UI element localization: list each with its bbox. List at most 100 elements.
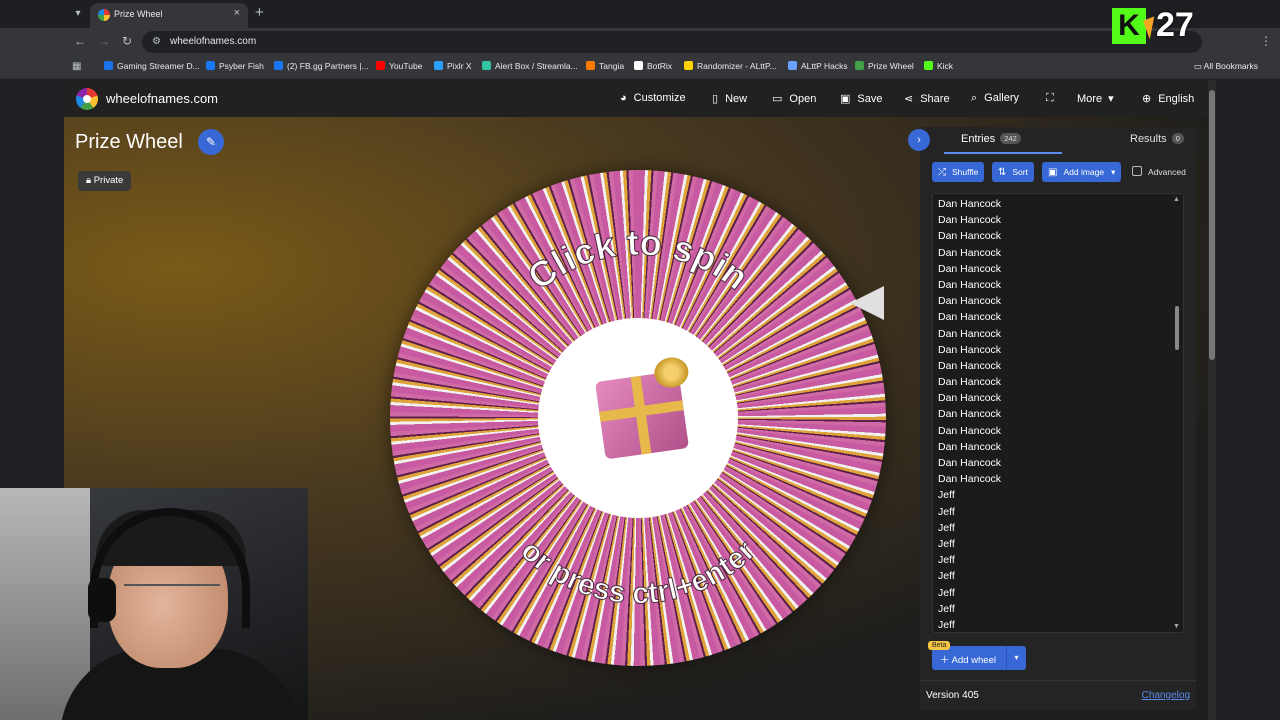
address-url: wheelofnames.com	[170, 36, 257, 47]
add-wheel-dropdown-icon[interactable]: ▾	[1006, 646, 1026, 670]
tab-close-icon[interactable]: ×	[234, 7, 240, 19]
entry-line[interactable]: Dan Hancock	[938, 423, 1168, 439]
reload-icon[interactable]: ↻	[122, 34, 132, 48]
entry-line[interactable]: Dan Hancock	[938, 439, 1168, 455]
nav-new-button[interactable]: ▯ New	[712, 92, 747, 105]
tab-entries[interactable]: Entries 242	[944, 132, 1062, 154]
entry-line[interactable]: Dan Hancock	[938, 245, 1168, 261]
sort-icon: ⇅	[998, 167, 1007, 178]
back-icon[interactable]: ←	[74, 34, 86, 48]
browser-toolbar: ← → ↻ ⚙ wheelofnames.com ⋮	[0, 28, 1280, 56]
search-icon: ⌕	[971, 92, 978, 104]
shuffle-label: Shuffle	[952, 167, 979, 177]
nav-gallery-button[interactable]: ⌕ Gallery	[971, 92, 1019, 105]
entry-line[interactable]: Dan Hancock	[938, 212, 1168, 228]
bookmark-item[interactable]: Gaming Streamer D...	[104, 61, 200, 71]
entry-line[interactable]: Jeff	[938, 504, 1168, 520]
entry-line[interactable]: Dan Hancock	[938, 261, 1168, 277]
entries-scrollbar[interactable]: ▲ ▼	[1173, 196, 1181, 630]
entry-line[interactable]: Jeff	[938, 487, 1168, 503]
entry-line[interactable]: Dan Hancock	[938, 358, 1168, 374]
page-scroll-thumb[interactable]	[1209, 90, 1215, 360]
tab-results[interactable]: Results 0	[1130, 133, 1184, 145]
entries-textarea[interactable]: Dan Hancock Dan Hancock Dan Hancock Dan Han…	[932, 193, 1184, 633]
chevron-down-icon: ▾	[1108, 93, 1114, 105]
shuffle-button[interactable]: ⤮ Shuffle	[932, 162, 985, 182]
bookmark-favicon-icon	[634, 61, 643, 70]
private-badge[interactable]: 🔒︎ Private	[78, 171, 132, 191]
browser-tab[interactable]: Prize Wheel ×	[90, 3, 248, 28]
site-name[interactable]: wheelofnames.com	[106, 91, 218, 106]
entry-line[interactable]: Jeff	[938, 536, 1168, 552]
bookmark-item[interactable]: ALttP Hacks	[788, 61, 848, 71]
bookmark-item[interactable]: Randomizer - ALttP...	[684, 61, 777, 71]
apps-grid-icon[interactable]: ▦	[72, 61, 81, 72]
entry-line[interactable]: Jeff	[938, 552, 1168, 568]
entry-line[interactable]: Dan Hancock	[938, 471, 1168, 487]
nav-customize-button[interactable]: ◕ Customize	[620, 92, 686, 104]
add-image-button[interactable]: ▣ Add image ▾	[1042, 162, 1122, 182]
site-info-icon[interactable]: ⚙	[152, 36, 161, 47]
bookmark-item[interactable]: BotRix	[634, 61, 672, 71]
forward-icon[interactable]: →	[98, 34, 110, 48]
entry-line[interactable]: Dan Hancock	[938, 342, 1168, 358]
wheel-prompt-text[interactable]: Click to spin or press ctrl+enter	[390, 170, 886, 666]
entry-line[interactable]: Jeff	[938, 617, 1168, 632]
bookmark-item[interactable]: (2) FB.gg Partners |...	[274, 61, 369, 71]
bookmark-item[interactable]: Kick	[924, 61, 953, 71]
nav-share-button[interactable]: ⋖ Share	[904, 92, 950, 105]
entry-line[interactable]: Dan Hancock	[938, 228, 1168, 244]
wheel[interactable]: Click to spin or press ctrl+enter	[390, 170, 886, 666]
tab-search-icon[interactable]: ▾	[70, 6, 86, 22]
entry-line[interactable]: Dan Hancock	[938, 390, 1168, 406]
new-tab-button[interactable]: +	[255, 4, 264, 21]
entry-line[interactable]: Jeff	[938, 520, 1168, 536]
nav-save-button[interactable]: ▣ Save	[840, 92, 882, 105]
all-bookmarks-label: All Bookmarks	[1203, 61, 1258, 71]
nav-open-button[interactable]: ▭ Open	[772, 92, 816, 105]
bookmark-item[interactable]: Alert Box / Streamla...	[482, 61, 578, 71]
nav-english-button[interactable]: ⊕ English	[1142, 92, 1194, 105]
nav-more-button[interactable]: More ▾	[1077, 92, 1121, 105]
entry-line[interactable]: Dan Hancock	[938, 293, 1168, 309]
bookmark-item[interactable]: YouTube	[376, 61, 422, 71]
scroll-up-icon[interactable]: ▲	[1173, 196, 1180, 203]
advanced-label: Advanced	[1148, 167, 1186, 177]
changelog-link[interactable]: Changelog	[1142, 690, 1190, 701]
site-header: wheelofnames.com ◕ Customize ▯ New ▭ Open ▣ Sav…	[64, 80, 1216, 117]
bookmark-label: Pixlr X	[447, 61, 472, 71]
bookmark-item[interactable]: Psyber Fish	[206, 61, 264, 71]
lock-icon: 🔒︎	[86, 175, 92, 186]
collapse-panel-button[interactable]: ›	[908, 129, 930, 151]
sort-button[interactable]: ⇅ Sort	[992, 162, 1034, 182]
entry-line[interactable]: Jeff	[938, 585, 1168, 601]
entry-line[interactable]: Dan Hancock	[938, 455, 1168, 471]
page-scrollbar[interactable]	[1208, 80, 1216, 720]
share-icon: ⋖	[904, 93, 914, 105]
entry-line[interactable]: Dan Hancock	[938, 374, 1168, 390]
folder-icon: ▭	[1193, 61, 1204, 71]
edit-title-button[interactable]: ✎	[198, 129, 224, 155]
entry-line[interactable]: Dan Hancock	[938, 277, 1168, 293]
svg-text:Click to spin: Click to spin	[520, 222, 756, 298]
entry-line[interactable]: Dan Hancock	[938, 309, 1168, 325]
scroll-down-icon[interactable]: ▼	[1173, 623, 1180, 630]
entry-line[interactable]: Dan Hancock	[938, 196, 1168, 212]
entries-list[interactable]: Dan Hancock Dan Hancock Dan Hancock Dan Han…	[938, 196, 1168, 632]
bookmark-item[interactable]: Pixlr X	[434, 61, 472, 71]
bookmark-item[interactable]: Prize Wheel	[855, 61, 914, 71]
site-logo-icon[interactable]	[76, 88, 98, 110]
bookmark-item[interactable]: Tangia	[586, 61, 624, 71]
all-bookmarks-button[interactable]: ▭ All Bookmarks	[1194, 61, 1258, 72]
entry-line[interactable]: Jeff	[938, 568, 1168, 584]
advanced-checkbox[interactable]	[1132, 166, 1142, 176]
scroll-thumb[interactable]	[1175, 306, 1179, 350]
entry-line[interactable]: Dan Hancock	[938, 326, 1168, 342]
nav-fullscreen-button[interactable]: ⛶	[1046, 92, 1061, 105]
browser-menu-icon[interactable]: ⋮	[1260, 34, 1272, 48]
advanced-toggle[interactable]: Advanced	[1132, 166, 1186, 177]
entry-line[interactable]: Dan Hancock	[938, 406, 1168, 422]
nav-label: Open	[789, 93, 817, 105]
address-bar[interactable]: ⚙ wheelofnames.com	[142, 31, 1202, 53]
entry-line[interactable]: Jeff	[938, 601, 1168, 617]
